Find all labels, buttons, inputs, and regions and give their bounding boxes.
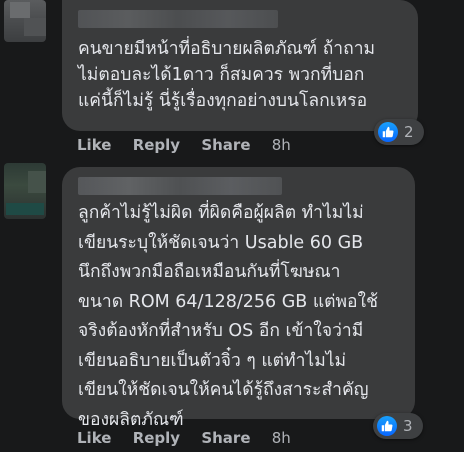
redacted-author-name[interactable]: [78, 10, 278, 28]
reply-button[interactable]: Reply: [133, 136, 180, 154]
share-button[interactable]: Share: [201, 429, 250, 447]
comment-text-line: จริงต้องหักที่สำหรับ OS อีก เข้าใจว่ามี: [78, 321, 364, 341]
reaction-summary[interactable]: 3: [373, 413, 423, 439]
comment-text-line: ลูกค้าไม่รู้ไม่ผิด ที่ผิดคือผู้ผลิต ทำไม…: [78, 203, 364, 223]
comment-text: คนขายมีหน้าที่อธิบายผลิตภัณฑ์ ถ้าถาม ไม่…: [78, 36, 408, 114]
comment-bubble: ลูกค้าไม่รู้ไม่ผิด ที่ผิดคือผู้ผลิต ทำไม…: [62, 167, 415, 430]
comment-text-line: เขียนระบุให้ชัดเจนว่า Usable 60 GB: [78, 232, 364, 253]
redacted-author-name[interactable]: [78, 177, 282, 195]
comment-text-line: ขนาด ROM 64/128/256 GB แต่พอใช้: [78, 291, 378, 312]
comment-actions: Like Reply Share 8h: [77, 136, 307, 154]
comment: ลูกค้าไม่รู้ไม่ผิด ที่ผิดคือผู้ผลิต ทำไม…: [0, 163, 464, 452]
reaction-count: 3: [403, 417, 413, 435]
like-button[interactable]: Like: [77, 136, 111, 154]
comment-text-line: ไม่ตอบละได้1ดาว ก็สมควร พวกที่บอก: [78, 65, 365, 85]
reaction-count: 2: [404, 123, 414, 141]
timestamp[interactable]: 8h: [272, 429, 291, 447]
reply-button[interactable]: Reply: [133, 429, 180, 447]
comment-bubble: คนขายมีหน้าที่อธิบายผลิตภัณฑ์ ถ้าถาม ไม่…: [62, 0, 418, 131]
share-button[interactable]: Share: [201, 136, 250, 154]
like-icon: [378, 122, 398, 142]
comment-text: ลูกค้าไม่รู้ไม่ผิด ที่ผิดคือผู้ผลิต ทำไม…: [78, 199, 405, 435]
comment-text-line: แค่นี้ก็ไม่รู้ นี่รู้เรื่องทุกอย่างบนโลก…: [78, 91, 368, 111]
comment-thread: คนขายมีหน้าที่อธิบายผลิตภัณฑ์ ถ้าถาม ไม่…: [0, 0, 464, 452]
like-icon: [377, 416, 397, 436]
timestamp[interactable]: 8h: [272, 136, 291, 154]
reaction-summary[interactable]: 2: [374, 119, 424, 145]
comment-actions: Like Reply Share 8h: [77, 429, 307, 447]
avatar[interactable]: [4, 163, 46, 219]
comment-text-line: เขียนอธิบายเป็นตัวจิ๋ว ๆ แต่ทำไมไม่: [78, 350, 347, 371]
comment-text-line: คนขายมีหน้าที่อธิบายผลิตภัณฑ์ ถ้าถาม: [78, 39, 376, 59]
comment: คนขายมีหน้าที่อธิบายผลิตภัณฑ์ ถ้าถาม ไม่…: [0, 0, 464, 163]
comment-text-line: เขียนให้ชัดเจนให้คนได้รู้ถึงสาระสำคัญ: [78, 380, 369, 400]
like-button[interactable]: Like: [77, 429, 111, 447]
avatar[interactable]: [4, 0, 46, 42]
comment-text-line: นึกถึงพวกมือถือเหมือนกันที่โฆษณา: [78, 262, 341, 282]
